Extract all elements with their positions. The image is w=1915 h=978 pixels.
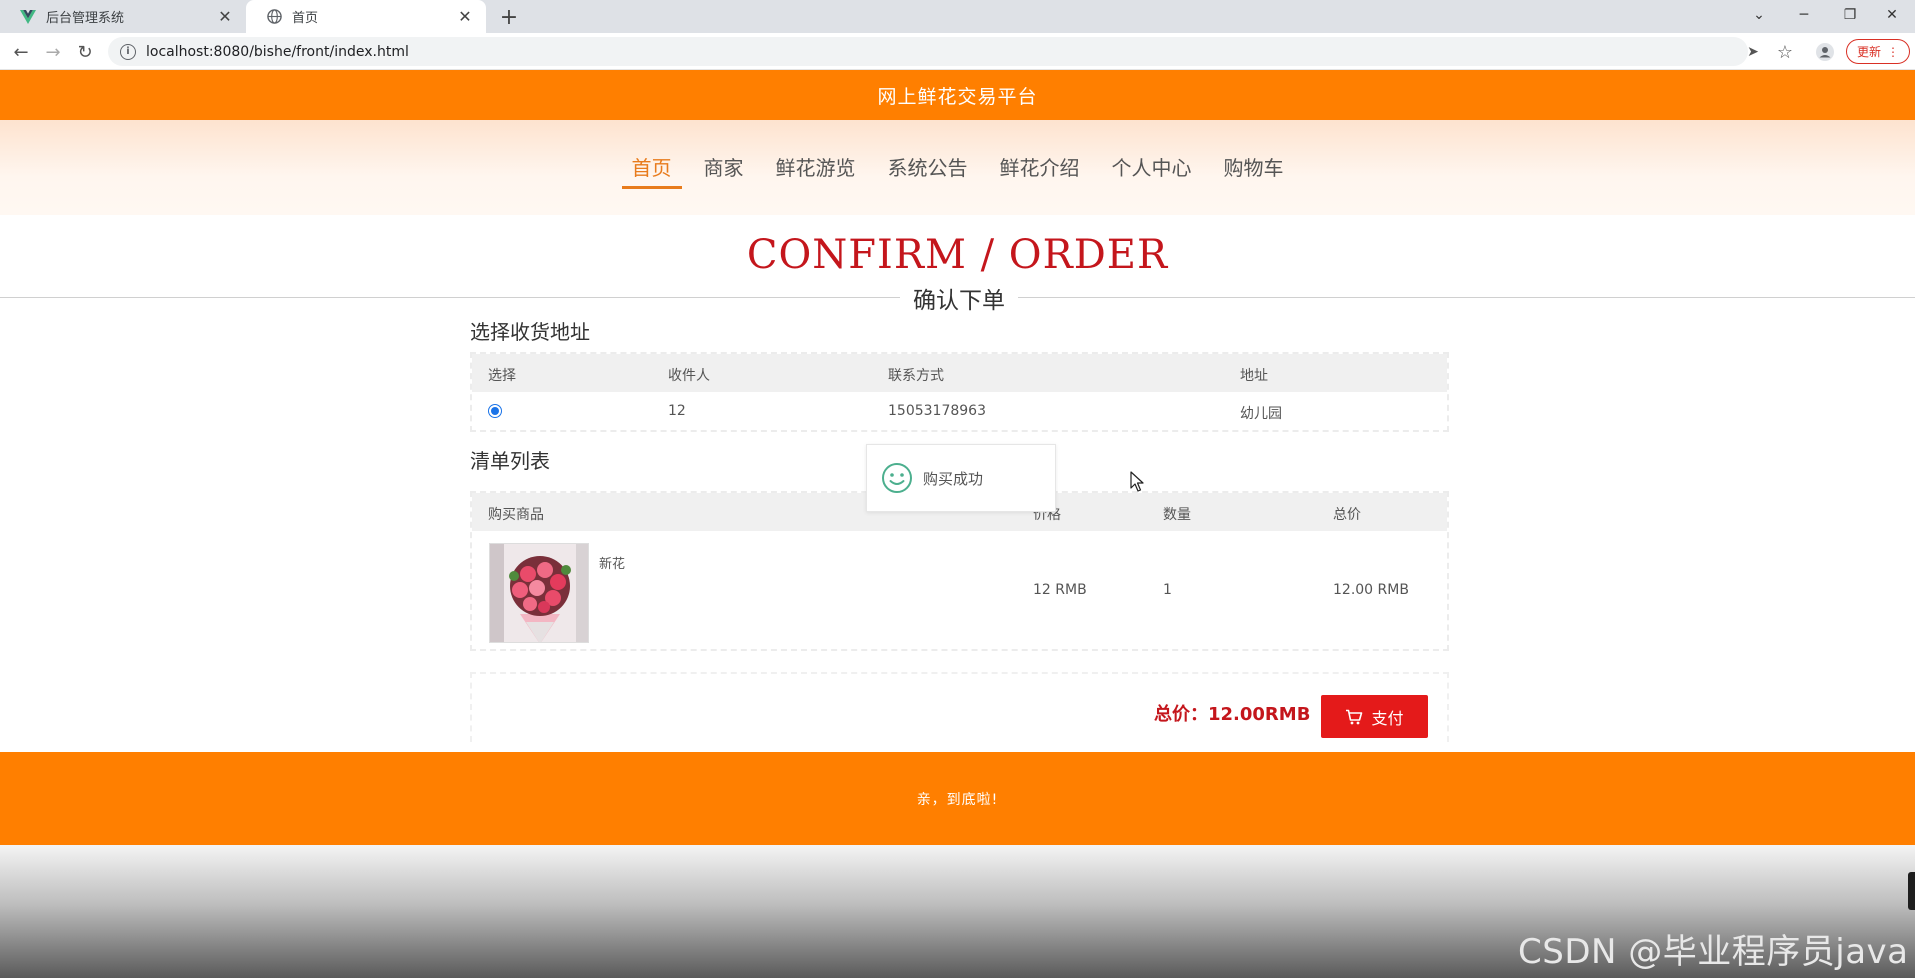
column-header-quantity: 数量 — [1163, 507, 1191, 523]
kebab-menu-icon: ⋮ — [1887, 44, 1899, 59]
browser-update-button[interactable]: 更新 ⋮ — [1846, 39, 1910, 64]
order-section-label: 清单列表 — [470, 449, 550, 473]
toast-message: 购买成功 — [923, 469, 984, 488]
close-tab-icon[interactable]: ✕ — [456, 7, 474, 26]
pay-button[interactable]: 支付 — [1321, 695, 1428, 738]
product-image[interactable] — [489, 543, 589, 643]
vue-logo-icon — [20, 9, 36, 25]
watermark: CSDN @毕业程序员java — [1518, 932, 1909, 972]
column-header-recipient: 收件人 — [668, 368, 710, 384]
nav-item-home[interactable]: 首页 — [621, 146, 682, 189]
nav-item-merchants[interactable]: 商家 — [702, 146, 746, 189]
column-header-total: 总价 — [1333, 507, 1361, 523]
site-brand: 网上鲜花交易平台 — [877, 85, 1038, 108]
pay-label: 支付 — [1371, 708, 1404, 728]
nav-item-cart[interactable]: 购物车 — [1222, 146, 1286, 189]
browser-tab-title: 首页 — [292, 11, 319, 26]
browser-tab-home[interactable]: 首页 ✕ — [246, 0, 486, 33]
page-title: CONFIRM / ORDER — [746, 232, 1169, 278]
forward-arrow-icon[interactable]: → — [40, 39, 66, 65]
total-cell: 12.00 RMB — [1333, 582, 1409, 598]
browser-tab-strip: 后台管理系统 ✕ 首页 ✕ + ⌄ ─ ❐ ✕ — [0, 0, 1915, 33]
back-arrow-icon[interactable]: ← — [8, 39, 34, 65]
address-table-header: 选择 收件人 联系方式 地址 — [472, 354, 1447, 392]
nav-item-flower-intro[interactable]: 鲜花介绍 — [998, 146, 1082, 189]
browser-tab-admin[interactable]: 后台管理系统 ✕ — [0, 0, 246, 33]
cart-icon — [1345, 709, 1363, 725]
purchase-success-toast: 购买成功 — [866, 444, 1056, 512]
url-field[interactable]: i localhost:8080/bishe/front/index.html — [108, 37, 1748, 66]
reload-icon[interactable]: ↻ — [72, 39, 98, 65]
profile-avatar-icon[interactable] — [1812, 39, 1838, 65]
column-header-phone: 联系方式 — [888, 368, 944, 384]
nav-item-flower-browse[interactable]: 鲜花游览 — [774, 146, 858, 189]
column-header-select: 选择 — [488, 368, 516, 384]
close-tab-icon[interactable]: ✕ — [216, 7, 234, 26]
column-header-address: 地址 — [1240, 368, 1268, 384]
close-window-button[interactable]: ✕ — [1869, 0, 1915, 30]
bookmark-star-icon[interactable]: ☆ — [1772, 39, 1798, 65]
quantity-cell: 1 — [1163, 582, 1172, 598]
address-radio[interactable] — [488, 404, 502, 418]
address-table: 选择 收件人 联系方式 地址 12 15053178963 幼儿园 — [470, 352, 1449, 432]
address-cell: 幼儿园 — [1240, 406, 1282, 422]
browser-tab-title: 后台管理系统 — [46, 11, 125, 26]
address-bar-row: ← → ↻ i localhost:8080/bishe/front/index… — [0, 33, 1915, 70]
site-info-icon[interactable]: i — [120, 43, 136, 60]
side-drawer-handle[interactable] — [1908, 872, 1915, 910]
send-icon[interactable]: ➤ — [1740, 39, 1766, 65]
minimize-button[interactable]: ─ — [1781, 0, 1827, 30]
tab-search-icon[interactable]: ⌄ — [1736, 0, 1782, 30]
order-table: 购买商品 价格 数量 总价 新花 12 RMB 1 12.00 RMB — [470, 491, 1449, 651]
new-tab-button[interactable]: + — [496, 4, 522, 30]
price-cell: 12 RMB — [1033, 582, 1087, 598]
url-text: localhost:8080/bishe/front/index.html — [146, 43, 409, 60]
address-section-label: 选择收货地址 — [470, 320, 590, 344]
recipient-cell: 12 — [668, 403, 686, 419]
update-label: 更新 — [1856, 45, 1881, 59]
site-header: 网上鲜花交易平台 — [0, 70, 1915, 120]
smile-icon — [881, 462, 913, 494]
globe-icon — [266, 9, 282, 25]
total-price: 总价：12.00RMB — [1154, 704, 1311, 725]
main-nav: 首页 商家 鲜花游览 系统公告 鲜花介绍 个人中心 购物车 — [0, 120, 1915, 215]
restore-button[interactable]: ❐ — [1827, 0, 1873, 30]
site-footer: 亲，到底啦! — [0, 752, 1915, 845]
phone-cell: 15053178963 — [888, 403, 986, 419]
nav-item-profile[interactable]: 个人中心 — [1110, 146, 1194, 189]
product-name[interactable]: 新花 — [599, 553, 625, 572]
nav-item-announcements[interactable]: 系统公告 — [886, 146, 970, 189]
mouse-cursor-icon — [1130, 471, 1144, 492]
column-header-product: 购买商品 — [488, 507, 544, 523]
footer-text: 亲，到底啦! — [916, 791, 999, 808]
page-subtitle: 确认下单 — [900, 281, 1018, 315]
